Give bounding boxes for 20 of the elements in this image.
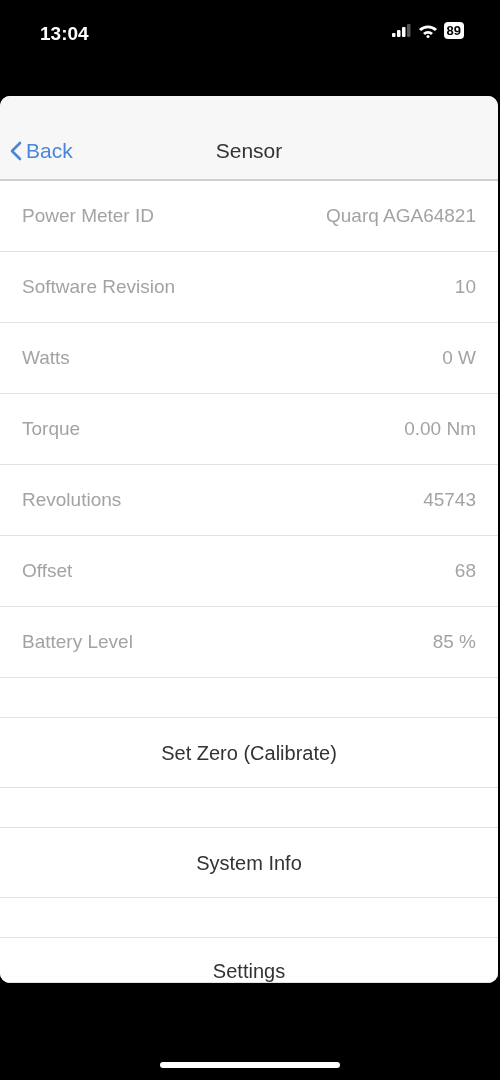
row-value: 45743 [423, 489, 476, 511]
row-label: Watts [22, 347, 70, 369]
row-value: 0 W [442, 347, 476, 369]
signal-icon [391, 24, 412, 37]
row-label: Battery Level [22, 631, 133, 653]
wifi-icon [417, 23, 438, 38]
screen-title: Sensor [215, 138, 283, 163]
row-label: Revolutions [22, 489, 122, 511]
chevron-left-icon [10, 140, 22, 161]
row-value: 0.00 Nm [404, 418, 476, 440]
row-value: Quarq AGA64821 [326, 205, 476, 227]
row-value: 85 % [432, 631, 476, 653]
row-value: 68 [454, 560, 476, 582]
row-value: 10 [454, 276, 476, 298]
row-label: Software Revision [22, 276, 176, 298]
row-label: Power Meter ID [22, 205, 154, 227]
battery-level: 89 [443, 22, 464, 39]
status-time: 13:04 [40, 23, 89, 45]
row-label: Torque [22, 418, 81, 440]
row-label: Offset [22, 560, 73, 582]
